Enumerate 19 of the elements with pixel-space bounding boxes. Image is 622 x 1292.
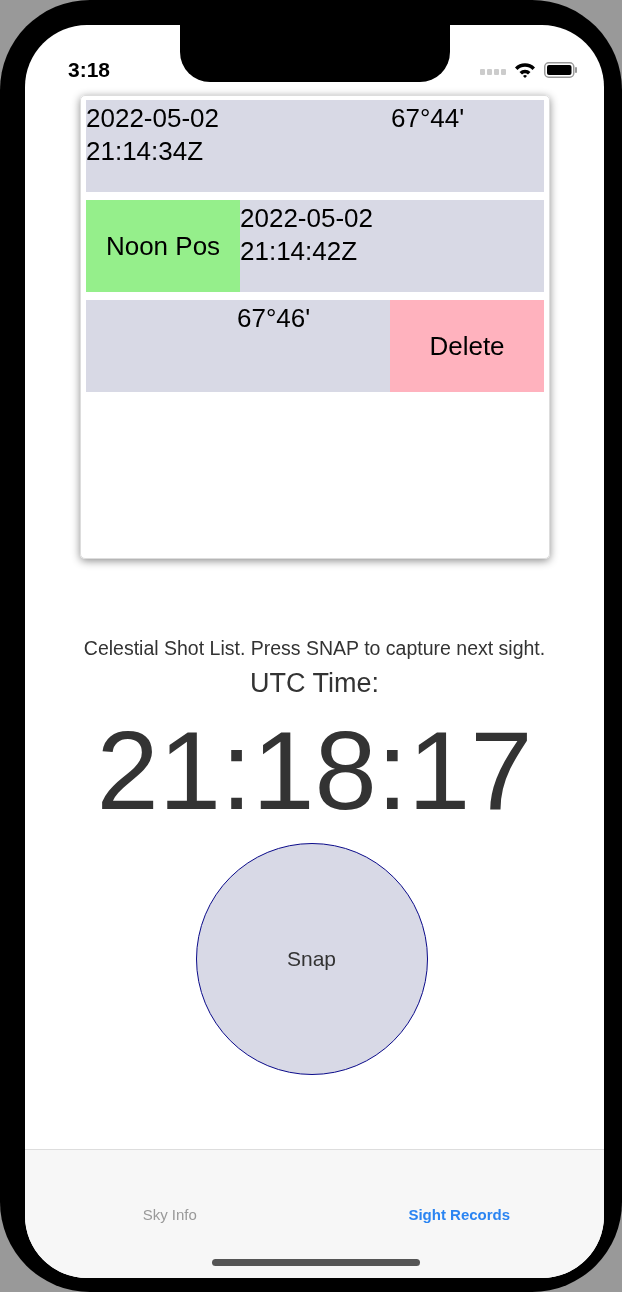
instruction-text: Celestial Shot List. Press SNAP to capture next sight. xyxy=(82,637,547,660)
wifi-icon xyxy=(514,62,536,78)
shot-time: 2022-05-02 xyxy=(240,202,374,235)
shot-time: 2022-05-02 xyxy=(86,102,220,135)
shot-row[interactable]: Noon Pos 2022-05-02 21:14:42Z xyxy=(86,200,544,292)
shot-time: 21:14:34Z xyxy=(86,135,205,168)
shot-row[interactable]: 2022-05-02 21:14:34Z 67°44' xyxy=(86,100,544,192)
utc-clock: 21:18:17 xyxy=(95,711,534,831)
shot-altitude: 67°44' xyxy=(391,102,465,135)
noon-pos-button[interactable]: Noon Pos xyxy=(86,200,240,292)
shot-row[interactable]: 67°46' Delete xyxy=(86,300,544,392)
battery-icon xyxy=(544,62,578,78)
shot-altitude: 67°46' xyxy=(237,302,311,335)
clock-label: UTC Time: xyxy=(249,668,380,699)
signal-icon xyxy=(480,69,506,75)
snap-button[interactable]: Snap xyxy=(195,843,428,1075)
delete-button[interactable]: Delete xyxy=(390,300,544,392)
status-time: 3:18 xyxy=(68,59,111,81)
shot-time: 21:14:42Z xyxy=(240,235,359,268)
